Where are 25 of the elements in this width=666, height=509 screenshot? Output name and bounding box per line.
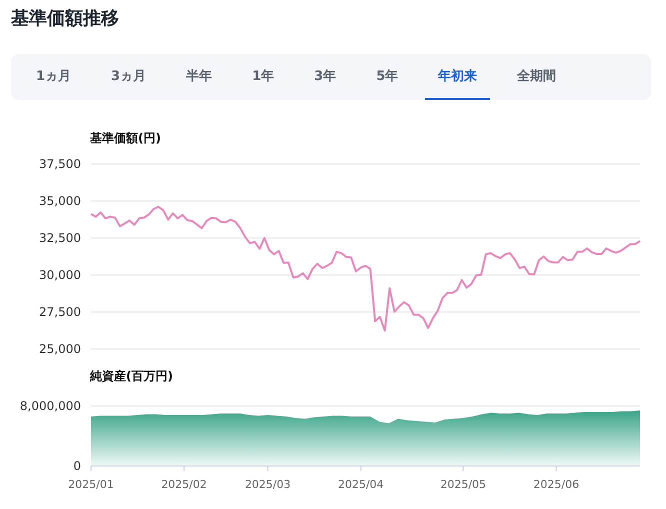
- period-tab[interactable]: 半年: [173, 54, 226, 100]
- axis-label: 25,000: [39, 342, 81, 356]
- period-tab[interactable]: 1ヵ月: [23, 54, 84, 100]
- period-tab[interactable]: 3年: [301, 54, 350, 100]
- axis-label: 27,500: [39, 305, 81, 319]
- axis-label: 8,000,000: [20, 399, 81, 413]
- chart-heading: 純資産(百万円): [90, 368, 173, 384]
- axis-label: 2025/01: [68, 478, 114, 491]
- axis-label: 2025/03: [244, 478, 291, 491]
- axis-label: 30,000: [39, 268, 81, 282]
- period-tab[interactable]: 年初来: [425, 54, 490, 100]
- page-title: 基準価額推移: [11, 8, 120, 30]
- axis-label: 35,000: [39, 194, 81, 208]
- period-tab[interactable]: 全期間: [504, 54, 570, 100]
- axis-label: 2025/05: [440, 478, 486, 491]
- axis-label: 37,500: [39, 157, 81, 171]
- chart-heading: 基準価額(円): [90, 130, 161, 146]
- axis-label: 2025/06: [533, 478, 580, 491]
- period-tab[interactable]: 5年: [363, 54, 412, 100]
- axis-label: 2025/02: [161, 478, 207, 491]
- axis-label: 0: [73, 459, 81, 473]
- axis-label: 2025/04: [338, 478, 384, 491]
- axis-label: 32,500: [39, 231, 81, 245]
- period-tab[interactable]: 1年: [239, 54, 288, 100]
- period-tab[interactable]: 3ヵ月: [98, 54, 160, 100]
